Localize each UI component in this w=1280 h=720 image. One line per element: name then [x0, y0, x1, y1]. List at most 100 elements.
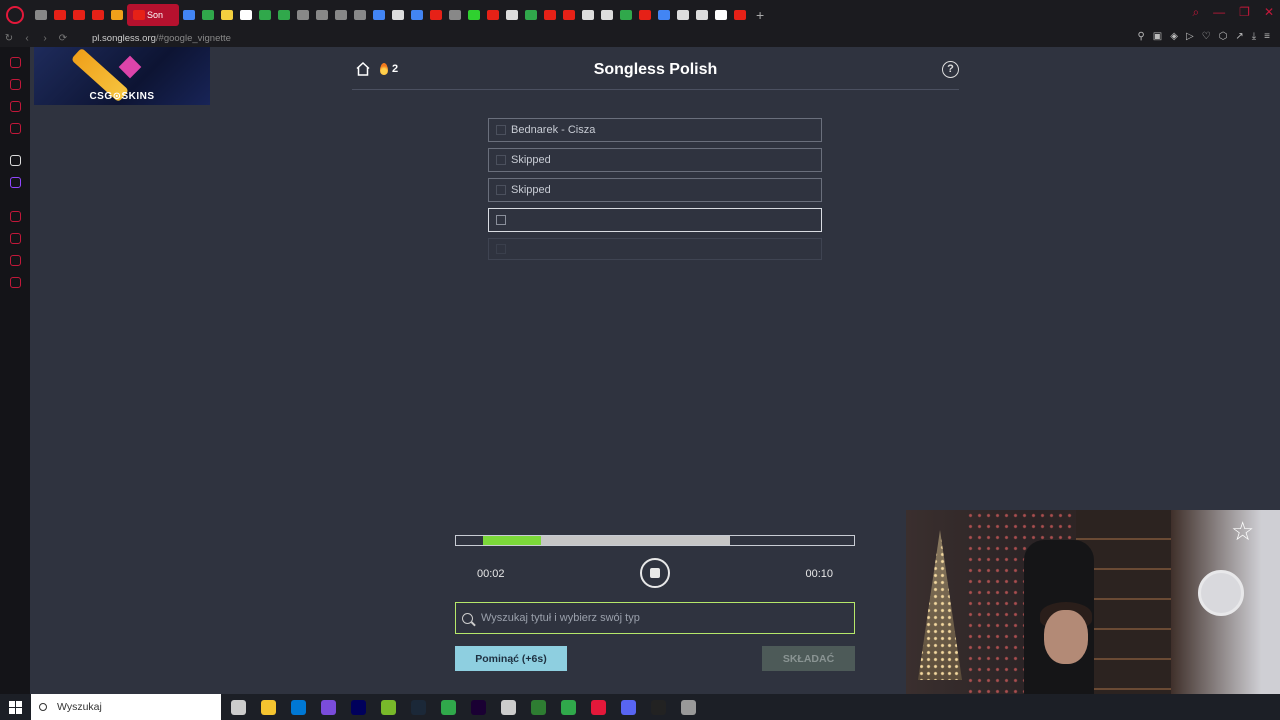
menu-icon[interactable]: ≡	[1264, 31, 1270, 42]
skip-button[interactable]: Pominąć (+6s)	[455, 646, 567, 671]
new-tab-button[interactable]: +	[756, 7, 764, 23]
song-progress-bar[interactable]	[455, 535, 855, 546]
sidebar-messenger-icon[interactable]	[10, 57, 21, 68]
tab-favicon-icon	[734, 9, 746, 20]
browser-tab[interactable]	[712, 4, 730, 26]
browser-tab[interactable]	[370, 4, 388, 26]
browser-tab[interactable]	[693, 4, 711, 26]
browser-tab[interactable]	[731, 4, 749, 26]
browser-tab[interactable]	[70, 4, 88, 26]
taskbar-app-icon[interactable]	[231, 699, 246, 715]
browser-tab[interactable]	[674, 4, 692, 26]
taskbar-app-icon[interactable]	[471, 699, 486, 715]
tab-favicon-icon	[202, 9, 214, 20]
browser-tab[interactable]	[351, 4, 369, 26]
browser-tab[interactable]	[598, 4, 616, 26]
taskbar-app-icon[interactable]	[501, 699, 516, 715]
taskbar-app-icon[interactable]	[321, 699, 336, 715]
browser-tab[interactable]	[465, 4, 483, 26]
browser-tab[interactable]	[389, 4, 407, 26]
snapshot-icon[interactable]: ▣	[1153, 31, 1162, 42]
minimize-button[interactable]: —	[1213, 5, 1225, 20]
browser-tab[interactable]	[484, 4, 502, 26]
song-search-field[interactable]	[455, 602, 855, 634]
browser-tab[interactable]	[32, 4, 50, 26]
browser-tab[interactable]	[294, 4, 312, 26]
sidebar-extensions-icon[interactable]	[10, 255, 21, 266]
refresh-icon[interactable]: ⟳	[54, 33, 72, 44]
ad-banner[interactable]: CSG⊙SKINS	[34, 47, 210, 105]
browser-tab[interactable]	[408, 4, 426, 26]
taskbar-app-icon[interactable]	[651, 699, 666, 715]
search-input[interactable]	[481, 612, 841, 624]
heart-icon[interactable]: ♡	[1202, 31, 1211, 42]
browser-tab[interactable]	[427, 4, 445, 26]
back-icon[interactable]: ‹	[18, 33, 36, 44]
taskbar-app-icon[interactable]	[681, 699, 696, 715]
guess-status-icon	[496, 155, 506, 165]
browser-tab[interactable]	[446, 4, 464, 26]
sidebar-arrow-icon[interactable]	[10, 155, 21, 166]
browser-tab[interactable]	[560, 4, 578, 26]
sidebar-twitch-icon[interactable]	[10, 177, 21, 188]
player-icon[interactable]: ▷	[1186, 31, 1194, 42]
reload-icon[interactable]: ↻	[0, 33, 18, 44]
taskbar-app-icon[interactable]	[381, 699, 396, 715]
taskbar-app-icon[interactable]	[621, 699, 636, 715]
browser-tab[interactable]	[617, 4, 635, 26]
taskbar-app-icon[interactable]	[531, 699, 546, 715]
browser-tab[interactable]	[218, 4, 236, 26]
sidebar-whatsapp-icon[interactable]	[10, 101, 21, 112]
taskbar-app-icon[interactable]	[561, 699, 576, 715]
browser-tab[interactable]	[655, 4, 673, 26]
browser-tab[interactable]	[522, 4, 540, 26]
shield-icon[interactable]: ◈	[1170, 31, 1178, 42]
stop-button[interactable]	[640, 558, 670, 588]
browser-tab[interactable]	[636, 4, 654, 26]
opera-logo-icon[interactable]	[6, 5, 24, 24]
browser-tab[interactable]	[541, 4, 559, 26]
browser-tab[interactable]	[503, 4, 521, 26]
help-icon[interactable]: ?	[942, 61, 959, 78]
browser-tab[interactable]	[89, 4, 107, 26]
browser-tab[interactable]	[237, 4, 255, 26]
tab-favicon-icon	[506, 9, 518, 20]
browser-tab-active[interactable]: Son	[127, 3, 179, 26]
url-field[interactable]: pl.songless.org/#google_vignette	[92, 33, 231, 44]
sidebar-settings-icon[interactable]	[10, 277, 21, 288]
forward-icon[interactable]: ›	[36, 33, 54, 44]
browser-tab[interactable]	[180, 4, 198, 26]
search-tabs-icon[interactable]: ⌕	[1192, 5, 1199, 20]
share-icon[interactable]: ↗	[1235, 31, 1243, 42]
download-icon[interactable]: ⤓	[1252, 31, 1256, 42]
taskbar-app-icon[interactable]	[591, 699, 606, 715]
taskbar-app-icon[interactable]	[351, 699, 366, 715]
pin-icon[interactable]: ⚲	[1137, 31, 1144, 42]
fan-image	[1198, 570, 1244, 616]
taskbar-app-icon[interactable]	[411, 699, 426, 715]
browser-tab[interactable]	[256, 4, 274, 26]
taskbar-app-icon[interactable]	[441, 699, 456, 715]
browser-tab[interactable]	[275, 4, 293, 26]
windows-start-icon[interactable]	[9, 700, 22, 714]
browser-tab[interactable]	[579, 4, 597, 26]
browser-tab[interactable]	[108, 4, 126, 26]
browser-tab[interactable]	[51, 4, 69, 26]
sidebar-player-icon[interactable]	[10, 211, 21, 222]
taskbar-app-icon[interactable]	[291, 699, 306, 715]
sidebar-history-icon[interactable]	[10, 233, 21, 244]
submit-button[interactable]: SKŁADAĆ	[762, 646, 855, 671]
tab-favicon-icon	[525, 9, 537, 20]
close-window-button[interactable]: ✕	[1264, 5, 1274, 20]
extensions-icon[interactable]: ⬡	[1219, 31, 1228, 42]
browser-tab[interactable]	[332, 4, 350, 26]
taskbar-app-icon[interactable]	[261, 699, 276, 715]
browser-tab[interactable]	[313, 4, 331, 26]
sidebar-ai-icon[interactable]	[10, 79, 21, 90]
taskbar-search[interactable]: Wyszukaj	[31, 694, 221, 720]
tab-favicon-icon	[639, 9, 651, 20]
url-path: /#google_vignette	[155, 32, 231, 44]
maximize-button[interactable]: ❐	[1239, 5, 1250, 20]
sidebar-music-icon[interactable]	[10, 123, 21, 134]
browser-tab[interactable]	[199, 4, 217, 26]
